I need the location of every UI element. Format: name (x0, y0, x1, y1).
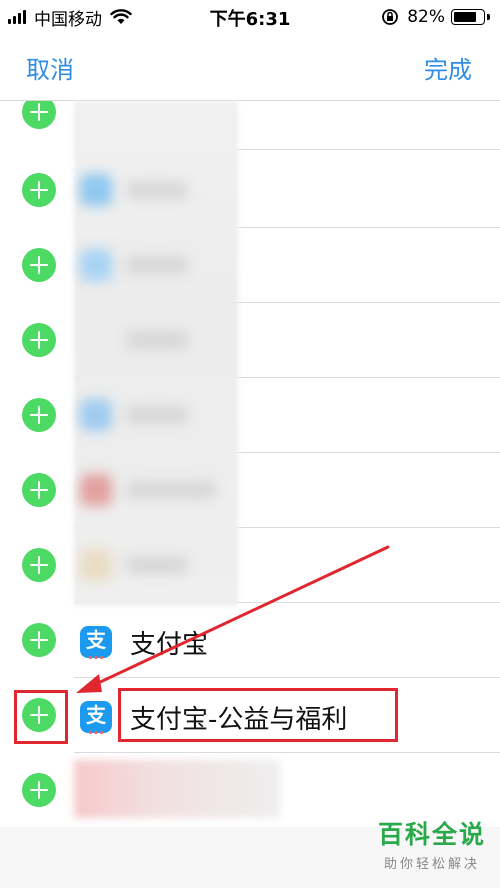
watermark-subtitle: 助你轻松解决 (383, 857, 480, 872)
watermark-logo: 百科全说 助你轻松解决 (378, 815, 486, 872)
arrow-annotation (76, 545, 390, 693)
watermark-title: 百科全说 (377, 820, 486, 849)
